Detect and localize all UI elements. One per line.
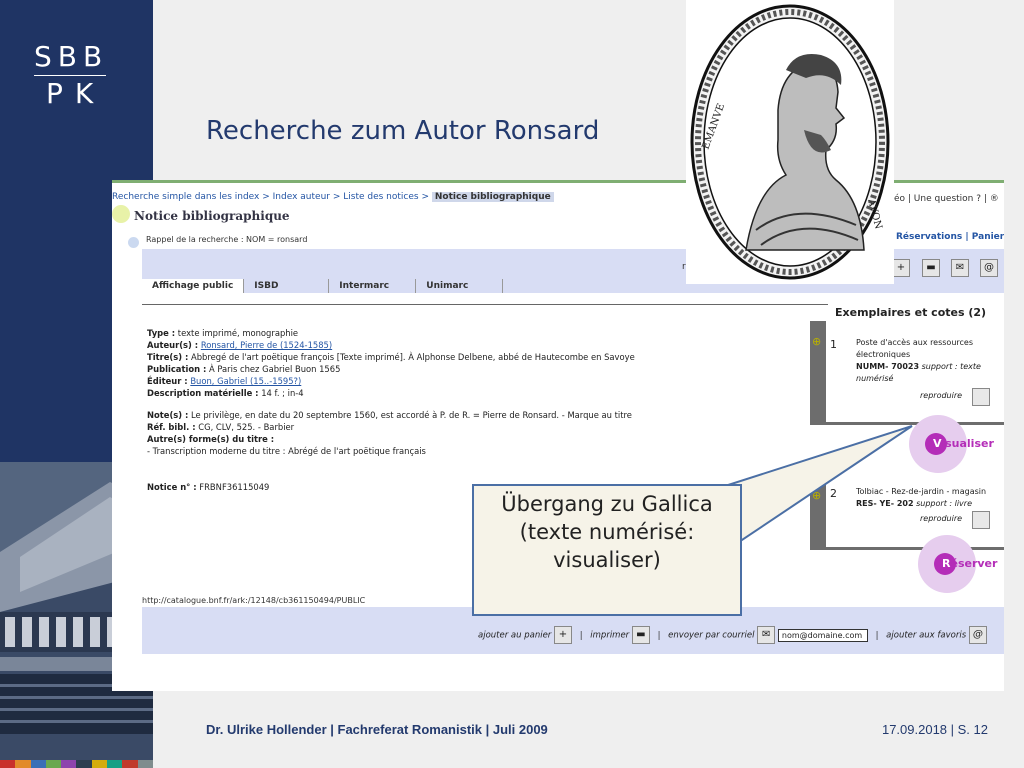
color-strip [0,760,153,768]
tab-intermarc[interactable]: Intermarc [329,279,417,293]
breadcrumb-current: Notice bibliographique [431,192,554,202]
exemplaire-number: 2 [830,487,837,500]
exemplaire-item: 1 Poste d'accès aux ressources électroni… [810,321,1004,425]
footer-date-page: 17.09.2018 | S. 12 [881,722,988,737]
refbibl-value: CG, CLV, 525. - Barbier [198,422,295,432]
footer-author: Dr. Ulrike Hollender | Fachreferat Roman… [206,722,548,737]
mail-icon[interactable]: ✉ [757,626,776,644]
tab-affichage-public[interactable]: Affichage public [142,279,245,293]
panier-tool-icon[interactable]: + [892,259,910,277]
breadcrumb: Recherche simple dans les index > Index … [112,192,554,202]
exemplaire-cote: RES- YE- 202 [856,499,914,508]
reproduire-icon[interactable] [972,511,990,529]
tab-isbd[interactable]: ISBD [244,279,330,293]
breadcrumb-link-simple[interactable]: Recherche simple dans les index [112,192,259,202]
search-recall: Rappel de la recherche : NOM = ronsard [146,235,308,244]
bibliographic-record: Type : texte imprimé, monographie Auteur… [147,328,635,492]
exemplaire-number: 1 [830,338,837,351]
zoom-icon[interactable]: ⊕ [812,335,822,348]
permalink-url[interactable]: http://catalogue.bnf.fr/ark:/12148/cb361… [142,596,365,605]
notice-heading: Notice bibliographique [134,209,290,223]
autres-value: - Transcription moderne du titre : Abrég… [147,446,426,456]
reservations-link[interactable]: Réservations | Panier [896,232,1004,242]
logo-rule [34,75,106,76]
record-actions: ajouter au panier + | imprimer ▬ | envoy… [478,626,987,644]
print-icon[interactable]: ▬ [631,626,650,644]
favorites-icon[interactable]: @ [968,626,987,644]
print-link[interactable]: imprimer [590,631,629,641]
slide-title: Recherche zum Autor Ronsard [206,116,600,146]
favorites-link[interactable]: ajouter aux favoris [886,631,966,641]
print-tool-icon[interactable]: ▬ [922,259,940,277]
sbb-pk-logo: SBB PK [34,42,110,108]
breadcrumb-link-index-auteur[interactable]: Index auteur [273,192,330,202]
logo-line-1: SBB [34,40,109,73]
view-tabs: Affichage public ISBD Intermarc Unimarc [142,279,504,293]
email-input[interactable]: nom@domaine.com [777,628,868,642]
type-value: texte imprimé, monographie [177,328,299,338]
exemplaire-cote: NUMM- 70023 [856,362,920,371]
email-link[interactable]: envoyer par courriel [668,631,754,641]
reserver-button[interactable]: Réserver [918,535,997,593]
author-link[interactable]: Ronsard, Pierre de (1524-1585) [201,340,332,350]
exemplaires-heading: Exemplaires et cotes (2) [835,306,987,319]
reproduire-icon[interactable] [972,388,990,406]
tab-unimarc[interactable]: Unimarc [416,279,504,293]
publication-value: À Paris chez Gabriel Buon 1565 [208,364,341,374]
visualiser-button[interactable]: Visualiser [909,415,994,473]
favorites-tool-icon[interactable]: @ [980,259,998,277]
top-links[interactable]: éo | Une question ? | ® [894,194,999,204]
description-value: 14 f. ; in-4 [261,388,304,398]
zoom-icon[interactable]: ⊕ [812,489,822,502]
gallica-callout: Übergang zu Gallica (texte numérisé: vis… [472,484,742,616]
exemplaire-item: 2 Tolbiac - Rez-de-jardin - magasin RES-… [810,478,1004,550]
reproduire-link[interactable]: reproduire [920,514,962,523]
logo-line-2: PK [46,77,106,110]
heading-bullet [112,205,130,223]
notice-number: FRBNF36115049 [199,482,270,492]
ronsard-portrait: EMANVE AVON [686,0,894,284]
divider [142,304,828,305]
breadcrumb-link-liste[interactable]: Liste des notices [343,192,418,202]
reproduire-link[interactable]: reproduire [920,391,962,400]
notes-value: Le privilège, en date du 20 septembre 15… [191,410,632,420]
title-value: Abbregé de l'art poëtique françois [Text… [190,352,635,362]
add-to-cart-link[interactable]: ajouter au panier [478,631,551,641]
mail-tool-icon[interactable]: ✉ [951,259,969,277]
cart-icon[interactable]: + [554,626,572,644]
publisher-link[interactable]: Buon, Gabriel (15..-1595?) [190,376,301,386]
rappel-bullet [128,237,139,248]
